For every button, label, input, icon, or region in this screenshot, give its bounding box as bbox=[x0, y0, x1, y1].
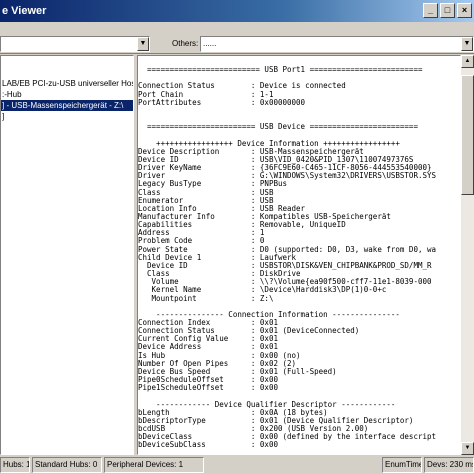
detail-line: ------------ Device Qualifier Descriptor… bbox=[138, 400, 396, 409]
detail-line: Class : USB bbox=[138, 188, 274, 197]
detail-line: Enumerator : USB bbox=[138, 196, 274, 205]
detail-line: bLength : 0x0A (18 bytes) bbox=[138, 408, 328, 417]
others-label: Others: bbox=[172, 39, 199, 48]
scroll-thumb[interactable] bbox=[461, 75, 474, 195]
status-standard-hubs: Standard Hubs: 0 bbox=[32, 457, 102, 473]
chevron-down-icon[interactable]: ▼ bbox=[137, 37, 149, 51]
detail-line: Legacy BusType : PNPBus bbox=[138, 180, 288, 189]
window-title: e Viewer bbox=[2, 5, 47, 17]
scroll-up-button[interactable]: ▲ bbox=[461, 55, 474, 68]
tree-item[interactable]: ] - USB-Massenspeichergerät - Z:\ bbox=[1, 100, 133, 111]
tree-item[interactable]: ] bbox=[1, 111, 133, 122]
minimize-button[interactable]: _ bbox=[423, 3, 438, 18]
detail-line bbox=[138, 107, 460, 115]
tree-item[interactable]: :-Hub bbox=[1, 89, 133, 100]
detail-line: Pipe0ScheduleOffset : 0x00 bbox=[138, 376, 278, 385]
device-details[interactable]: ========================= USB Port1 ====… bbox=[137, 55, 461, 455]
detail-line: Device Address : 0x01 bbox=[138, 343, 278, 352]
detail-line bbox=[138, 131, 460, 139]
vertical-scrollbar[interactable]: ▲ ▼ bbox=[461, 55, 474, 455]
tree-item[interactable] bbox=[1, 67, 133, 78]
detail-line: Connection Status : 0x01 (DeviceConnecte… bbox=[138, 327, 360, 336]
detail-line bbox=[138, 303, 460, 311]
detail-line: ======================== USB Device ====… bbox=[138, 123, 418, 132]
detail-line: Port Chain : 1-1 bbox=[138, 90, 274, 99]
device-tree[interactable]: LAB/EB PCI-zu-USB universeller Host:-Hub… bbox=[0, 55, 134, 455]
close-button[interactable]: × bbox=[457, 3, 472, 18]
detail-line: bDescriptorType : 0x01 (Device Qualifier… bbox=[138, 416, 414, 425]
maximize-button[interactable]: □ bbox=[440, 3, 455, 18]
toolbar: ▼ Others: ...... ▼ bbox=[0, 22, 474, 54]
chevron-down-icon[interactable]: ▼ bbox=[461, 37, 473, 51]
title-bar: e Viewer _ □ × bbox=[0, 0, 474, 22]
detail-line: Address : 1 bbox=[138, 229, 265, 238]
detail-line: Location Info : USB Reader bbox=[138, 204, 306, 213]
detail-line: Connection Index : 0x01 bbox=[138, 319, 278, 327]
detail-line: Connection Status : Device is connected bbox=[138, 82, 346, 91]
detail-line: +++++++++++++++++ Device Information +++… bbox=[138, 139, 400, 148]
detail-line bbox=[138, 58, 460, 66]
detail-line: Mountpoint : Z:\ bbox=[138, 294, 274, 303]
detail-line: bcdUSB : 0x200 (USB Version 2.00) bbox=[138, 425, 369, 434]
status-devs: Devs: 230 ms bbox=[424, 457, 474, 473]
detail-line: Device ID : USB\VID_0420&PID_1307\110074… bbox=[138, 155, 414, 164]
detail-line: Manufacturer Info : Kompatibles USB-Spei… bbox=[138, 212, 391, 221]
status-enum-times: EnumTimes bbox=[382, 457, 422, 473]
detail-line: ========================= USB Port1 ====… bbox=[138, 66, 423, 75]
others-value: ...... bbox=[203, 39, 217, 48]
others-combo[interactable]: ...... ▼ bbox=[200, 36, 474, 52]
device-combo[interactable]: ▼ bbox=[0, 36, 150, 52]
detail-line: Child Device 1 : Laufwerk bbox=[138, 253, 297, 262]
scroll-down-button[interactable]: ▼ bbox=[461, 442, 474, 455]
detail-line bbox=[138, 392, 460, 400]
detail-line: Number Of Open Pipes : 0x02 (2) bbox=[138, 359, 297, 368]
detail-line: Device Description : USB-Massenspeicherg… bbox=[138, 147, 364, 156]
detail-line: Power State : D0 (supported: D0, D3, wak… bbox=[138, 245, 437, 254]
detail-line: Driver KeyName : {36FC9E60-C465-11CF-805… bbox=[138, 164, 432, 173]
detail-line: Driver : G:\WINDOWS\System32\DRIVERS\USB… bbox=[138, 172, 437, 181]
detail-line: --------------- Connection Information -… bbox=[138, 310, 400, 319]
status-bar: Hubs: 1 Standard Hubs: 0 Peripheral Devi… bbox=[0, 456, 474, 474]
detail-line: Class : DiskDrive bbox=[138, 270, 301, 279]
detail-line: Current Config Value : 0x01 bbox=[138, 335, 278, 344]
detail-line: Capabilities : Removable, UniqueID bbox=[138, 221, 346, 230]
detail-line: Device ID : USBSTOR\DISK&VEN_CHIPBANK&PR… bbox=[138, 261, 432, 270]
detail-line: Kernel Name : \Device\Harddisk3\DP(1)0-0… bbox=[138, 286, 387, 295]
detail-line: bDeviceSubClass : 0x00 bbox=[138, 441, 278, 450]
detail-line: Pipe1ScheduleOffset : 0x00 bbox=[138, 384, 278, 393]
status-spacer bbox=[206, 457, 382, 473]
detail-line: Device Bus Speed : 0x01 (Full-Speed) bbox=[138, 367, 337, 376]
detail-line: Problem Code : 0 bbox=[138, 237, 265, 246]
window-controls: _ □ × bbox=[423, 3, 472, 18]
status-hubs: Hubs: 1 bbox=[0, 457, 30, 473]
detail-line: Is Hub : 0x00 (no) bbox=[138, 351, 301, 360]
detail-line: bDeviceClass : 0x00 (defined by the inte… bbox=[138, 433, 437, 442]
tree-item[interactable] bbox=[1, 56, 133, 67]
status-peripheral-devices: Peripheral Devices: 1 bbox=[104, 457, 204, 473]
detail-line: Volume : \\?\Volume{ea90f500-cff7-11e1-8… bbox=[138, 278, 432, 287]
detail-line bbox=[138, 74, 460, 82]
tree-item[interactable]: LAB/EB PCI-zu-USB universeller Host bbox=[1, 78, 133, 89]
detail-line: PortAttributes : 0x00000000 bbox=[138, 98, 306, 107]
detail-line bbox=[138, 115, 460, 123]
